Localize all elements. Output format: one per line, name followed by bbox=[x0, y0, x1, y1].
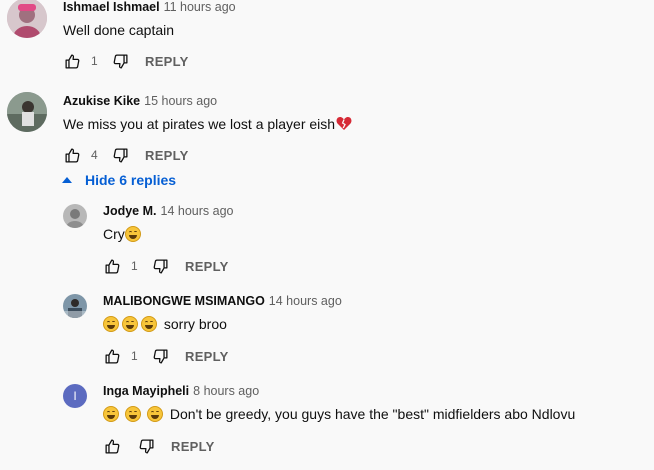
like-button[interactable] bbox=[63, 146, 81, 164]
thumb-up-icon bbox=[64, 53, 81, 70]
reply-actions: REPLY bbox=[103, 436, 215, 456]
avatar-letter: I bbox=[73, 389, 77, 403]
reply-item: I Inga Mayipheli 8 hours ago Don't be gre… bbox=[0, 382, 654, 470]
like-count: 1 bbox=[131, 259, 138, 273]
author-name[interactable]: Jodye M. bbox=[103, 204, 157, 218]
reply-actions: 1 REPLY bbox=[103, 346, 229, 366]
reply-button[interactable]: REPLY bbox=[185, 349, 229, 364]
like-count: 1 bbox=[131, 349, 138, 363]
dislike-button[interactable] bbox=[151, 257, 169, 275]
dislike-button[interactable] bbox=[151, 347, 169, 365]
comment-header: Ishmael Ishmael 11 hours ago bbox=[63, 0, 236, 14]
reply-text-content: Don't be greedy, you guys have the "best… bbox=[169, 406, 576, 422]
like-button[interactable] bbox=[103, 257, 121, 275]
laughing-emoji-icon bbox=[124, 226, 141, 242]
avatar[interactable] bbox=[63, 204, 87, 228]
avatar-image bbox=[7, 0, 47, 38]
thumb-up-icon bbox=[104, 258, 121, 275]
thumb-down-icon bbox=[138, 438, 155, 455]
timestamp[interactable]: 11 hours ago bbox=[164, 0, 236, 14]
thumb-down-icon bbox=[112, 53, 129, 70]
reply-text-content: sorry broo bbox=[163, 316, 227, 332]
caret-up-icon bbox=[62, 177, 72, 183]
timestamp[interactable]: 15 hours ago bbox=[144, 94, 217, 108]
reply-text: Don't be greedy, you guys have the "best… bbox=[103, 406, 575, 422]
comment-thread: Ishmael Ishmael 11 hours ago Well done ca… bbox=[0, 0, 654, 80]
reply-header: Jodye M. 14 hours ago bbox=[103, 204, 233, 218]
like-button[interactable] bbox=[63, 52, 81, 70]
grinning-emoji-icon bbox=[103, 406, 119, 422]
thumb-down-icon bbox=[112, 147, 129, 164]
thumb-up-icon bbox=[104, 348, 121, 365]
comment-text-content: We miss you at pirates we lost a player … bbox=[63, 116, 336, 132]
timestamp[interactable]: 8 hours ago bbox=[193, 384, 259, 398]
like-button[interactable] bbox=[103, 437, 121, 455]
comment-thread: Azukise Kike 15 hours ago We miss you at … bbox=[0, 92, 654, 172]
avatar-image bbox=[7, 92, 47, 132]
thumb-up-icon bbox=[64, 147, 81, 164]
author-name[interactable]: MALIBONGWE MSIMANGO bbox=[103, 294, 265, 308]
reply-actions: 1 REPLY bbox=[103, 256, 229, 276]
avatar[interactable] bbox=[7, 0, 47, 38]
hide-replies-button[interactable]: Hide 6 replies bbox=[62, 172, 176, 188]
reply-item: Jodye M. 14 hours ago Cry 1 REPLY bbox=[0, 202, 654, 282]
reply-item: MALIBONGWE MSIMANGO 14 hours ago sorry br… bbox=[0, 292, 654, 372]
avatar-image bbox=[63, 294, 87, 318]
timestamp[interactable]: 14 hours ago bbox=[161, 204, 234, 218]
comment-actions: 1 REPLY bbox=[63, 51, 189, 71]
author-name[interactable]: Azukise Kike bbox=[63, 94, 140, 108]
thumb-down-icon bbox=[152, 258, 169, 275]
reply-button[interactable]: REPLY bbox=[145, 148, 189, 163]
grinning-emoji-icon bbox=[125, 406, 141, 422]
reply-text: Cry bbox=[103, 226, 144, 242]
reply-button[interactable]: REPLY bbox=[171, 439, 215, 454]
author-name[interactable]: Inga Mayipheli bbox=[103, 384, 189, 398]
comment-text: We miss you at pirates we lost a player … bbox=[63, 116, 352, 132]
author-name[interactable]: Ishmael Ishmael bbox=[63, 0, 160, 14]
comment-header: Azukise Kike 15 hours ago bbox=[63, 94, 217, 108]
grinning-emoji-icon bbox=[147, 406, 163, 422]
timestamp[interactable]: 14 hours ago bbox=[269, 294, 342, 308]
reply-header: Inga Mayipheli 8 hours ago bbox=[103, 384, 259, 398]
avatar[interactable]: I bbox=[63, 384, 87, 408]
comment-text: Well done captain bbox=[63, 22, 175, 38]
like-button[interactable] bbox=[103, 347, 121, 365]
avatar[interactable] bbox=[7, 92, 47, 132]
reply-header: MALIBONGWE MSIMANGO 14 hours ago bbox=[103, 294, 342, 308]
reply-text: sorry broo bbox=[103, 316, 227, 332]
rofl-emoji-icon bbox=[122, 316, 138, 332]
reply-text-content: Cry bbox=[103, 226, 125, 242]
like-count: 4 bbox=[91, 148, 98, 162]
avatar[interactable] bbox=[63, 294, 87, 318]
dislike-button[interactable] bbox=[137, 437, 155, 455]
comment-actions: 4 REPLY bbox=[63, 145, 189, 165]
reply-button[interactable]: REPLY bbox=[145, 54, 189, 69]
rofl-emoji-icon bbox=[103, 316, 119, 332]
thumb-down-icon bbox=[152, 348, 169, 365]
dislike-button[interactable] bbox=[111, 52, 129, 70]
like-count: 1 bbox=[91, 54, 98, 68]
hide-replies-label: Hide 6 replies bbox=[85, 172, 177, 188]
avatar-image bbox=[63, 204, 87, 228]
thumb-up-icon bbox=[104, 438, 121, 455]
dislike-button[interactable] bbox=[111, 146, 129, 164]
broken-heart-icon bbox=[336, 117, 352, 130]
rofl-emoji-icon bbox=[141, 316, 157, 332]
reply-button[interactable]: REPLY bbox=[185, 259, 229, 274]
